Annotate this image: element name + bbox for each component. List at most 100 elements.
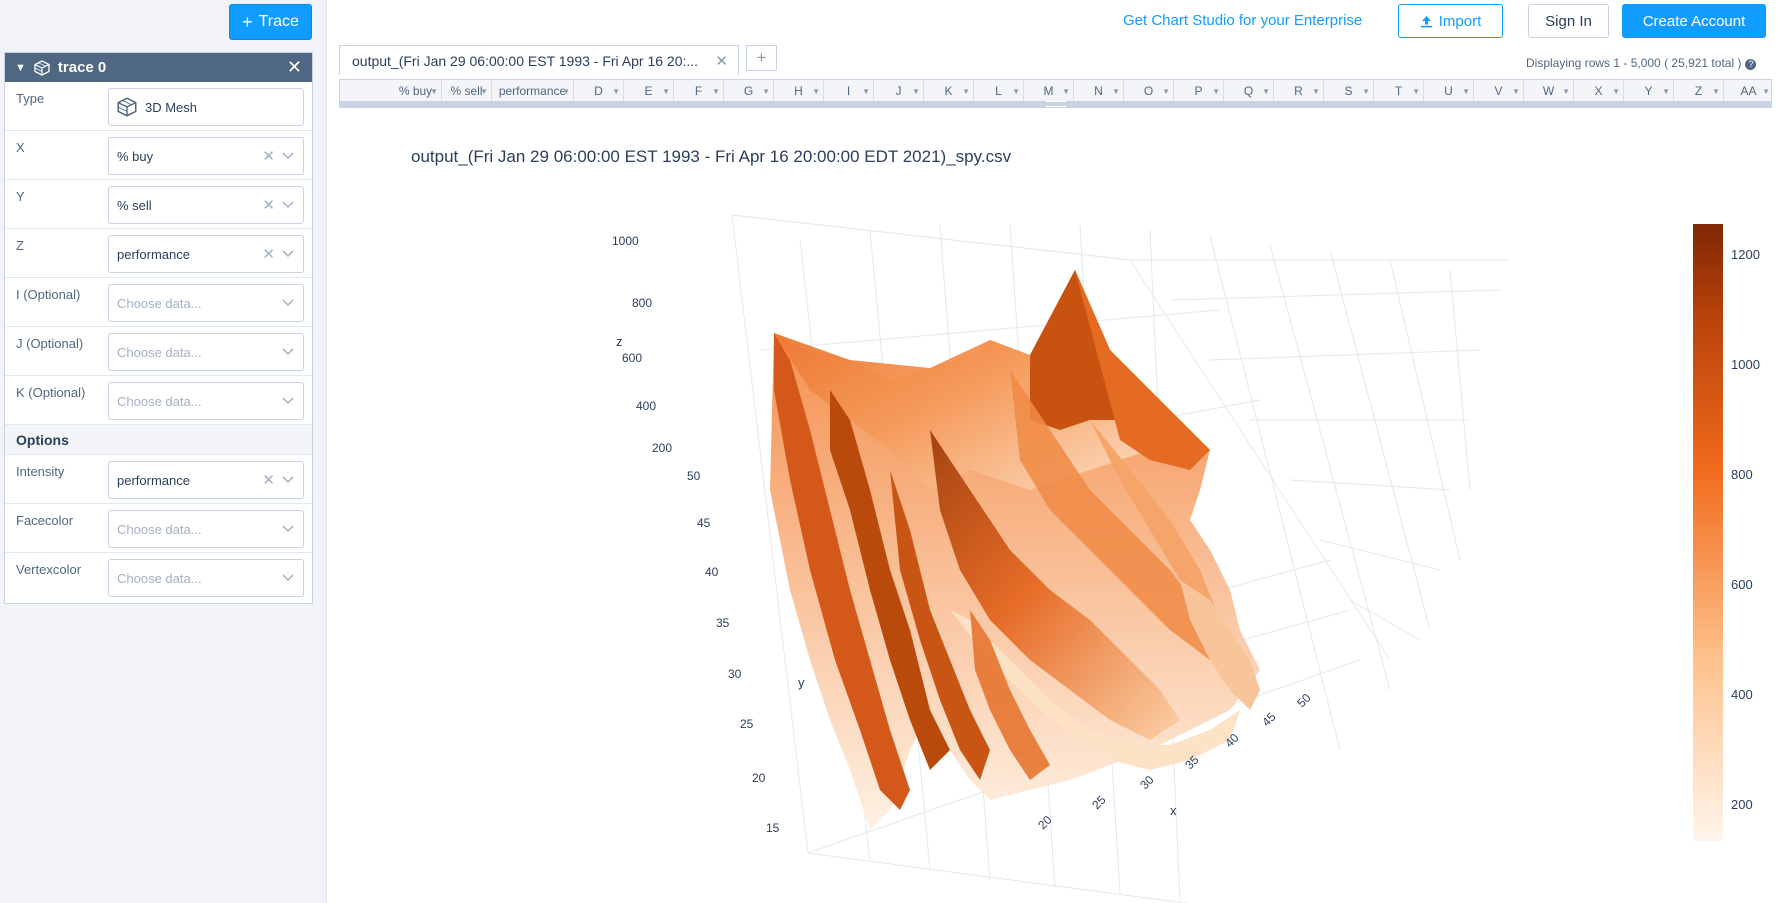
- intensity-data-dropdown[interactable]: performance ✕: [108, 461, 304, 499]
- column-header[interactable]: R ▼: [1274, 80, 1324, 101]
- clear-icon[interactable]: ✕: [262, 245, 275, 263]
- column-header[interactable]: U ▼: [1424, 80, 1474, 101]
- chevron-down-icon[interactable]: [282, 473, 294, 485]
- column-header[interactable]: performance ▼: [492, 80, 574, 101]
- drag-handle-icon[interactable]: [1046, 101, 1066, 107]
- column-header[interactable]: Y ▼: [1624, 80, 1674, 101]
- sign-in-button[interactable]: Sign In: [1528, 4, 1609, 38]
- upload-icon: [1420, 15, 1432, 27]
- column-header[interactable]: D ▼: [574, 80, 624, 101]
- caret-down-icon[interactable]: ▼: [1562, 87, 1570, 96]
- caret-down-icon[interactable]: ▼: [1512, 87, 1520, 96]
- i-data-dropdown[interactable]: Choose data...: [108, 284, 304, 322]
- chevron-down-icon[interactable]: [282, 394, 294, 406]
- column-header[interactable]: K ▼: [924, 80, 974, 101]
- caret-down-icon[interactable]: ▼: [812, 87, 820, 96]
- trace-header[interactable]: ▼ trace 0 ✕: [5, 53, 312, 82]
- caret-down-icon[interactable]: ▼: [1712, 87, 1720, 96]
- column-header-label: N: [1094, 83, 1103, 98]
- vertexcolor-data-dropdown[interactable]: Choose data...: [108, 559, 304, 597]
- chevron-down-icon[interactable]: [282, 296, 294, 308]
- column-header[interactable]: G ▼: [724, 80, 774, 101]
- z-data-dropdown[interactable]: performance ✕: [108, 235, 304, 273]
- caret-down-icon[interactable]: ▼: [1162, 87, 1170, 96]
- caret-down-icon[interactable]: ▼: [612, 87, 620, 96]
- clear-icon[interactable]: ✕: [262, 471, 275, 489]
- close-tab-icon[interactable]: ✕: [715, 52, 728, 70]
- caret-down-icon[interactable]: ▼: [1312, 87, 1320, 96]
- column-header[interactable]: % sell ▼: [442, 80, 492, 101]
- column-header[interactable]: % buy ▼: [390, 80, 442, 101]
- caret-down-icon[interactable]: ▼: [562, 87, 570, 96]
- column-header[interactable]: N ▼: [1074, 80, 1124, 101]
- facecolor-data-dropdown[interactable]: Choose data...: [108, 510, 304, 548]
- column-header[interactable]: E ▼: [624, 80, 674, 101]
- field-label: K (Optional): [16, 385, 86, 400]
- column-header[interactable]: W ▼: [1524, 80, 1574, 101]
- column-header[interactable]: F ▼: [674, 80, 724, 101]
- add-tab-button[interactable]: +: [746, 45, 777, 71]
- help-icon[interactable]: ?: [1745, 59, 1757, 70]
- j-data-dropdown[interactable]: Choose data...: [108, 333, 304, 371]
- caret-down-icon[interactable]: ▼: [1062, 87, 1070, 96]
- caret-down-icon[interactable]: ▼: [480, 87, 488, 96]
- caret-down-icon[interactable]: ▼: [962, 87, 970, 96]
- caret-down-icon[interactable]: ▼: [1762, 87, 1770, 96]
- caret-down-icon[interactable]: ▼: [1112, 87, 1120, 96]
- caret-down-icon[interactable]: ▼: [430, 87, 438, 96]
- column-header[interactable]: I ▼: [824, 80, 874, 101]
- x-data-dropdown[interactable]: % buy ✕: [108, 137, 304, 175]
- k-data-dropdown[interactable]: Choose data...: [108, 382, 304, 420]
- caret-down-icon[interactable]: ▼: [1662, 87, 1670, 96]
- column-header[interactable]: S ▼: [1324, 80, 1374, 101]
- chevron-down-icon[interactable]: [282, 149, 294, 161]
- add-trace-button[interactable]: + Trace: [229, 4, 312, 40]
- caret-down-icon[interactable]: ▼: [1362, 87, 1370, 96]
- column-header[interactable]: J ▼: [874, 80, 924, 101]
- file-tab[interactable]: output_(Fri Jan 29 06:00:00 EST 1993 - F…: [339, 45, 739, 75]
- chevron-down-icon[interactable]: ▼: [15, 62, 26, 74]
- chevron-down-icon[interactable]: [282, 522, 294, 534]
- y-tick: 20: [752, 771, 766, 785]
- caret-down-icon[interactable]: ▼: [912, 87, 920, 96]
- caret-down-icon[interactable]: ▼: [1462, 87, 1470, 96]
- y-tick: 35: [716, 616, 730, 630]
- y-data-dropdown[interactable]: % sell ✕: [108, 186, 304, 224]
- type-selector[interactable]: 3D Mesh: [108, 88, 304, 126]
- chevron-down-icon[interactable]: [282, 571, 294, 583]
- column-header[interactable]: O ▼: [1124, 80, 1174, 101]
- caret-down-icon[interactable]: ▼: [862, 87, 870, 96]
- column-header[interactable]: M ▼: [1024, 80, 1074, 101]
- create-account-button[interactable]: Create Account: [1622, 4, 1766, 38]
- chevron-down-icon[interactable]: [282, 198, 294, 210]
- caret-down-icon[interactable]: ▼: [762, 87, 770, 96]
- chevron-down-icon[interactable]: [282, 247, 294, 259]
- column-header[interactable]: P ▼: [1174, 80, 1224, 101]
- caret-down-icon[interactable]: ▼: [1262, 87, 1270, 96]
- caret-down-icon[interactable]: ▼: [1412, 87, 1420, 96]
- clear-icon[interactable]: ✕: [262, 147, 275, 165]
- column-header[interactable]: Z ▼: [1674, 80, 1724, 101]
- z-axis-label: z: [616, 334, 623, 349]
- y-tick: 25: [740, 717, 754, 731]
- column-header-label: I: [846, 83, 851, 98]
- y-tick: 50: [687, 469, 701, 483]
- column-header[interactable]: L ▼: [974, 80, 1024, 101]
- column-header[interactable]: T ▼: [1374, 80, 1424, 101]
- clear-icon[interactable]: ✕: [262, 196, 275, 214]
- mesh3d-plot[interactable]: 1000 800 600 400 200 z 50 45 40 35 30 25…: [330, 190, 1770, 903]
- caret-down-icon[interactable]: ▼: [1012, 87, 1020, 96]
- column-header[interactable]: AA ▼: [1724, 80, 1771, 101]
- close-icon[interactable]: ✕: [287, 57, 302, 78]
- import-button[interactable]: Import: [1398, 4, 1503, 38]
- column-header[interactable]: H ▼: [774, 80, 824, 101]
- enterprise-link[interactable]: Get Chart Studio for your Enterprise: [1123, 12, 1362, 29]
- chevron-down-icon[interactable]: [282, 345, 294, 357]
- caret-down-icon[interactable]: ▼: [712, 87, 720, 96]
- column-header[interactable]: Q ▼: [1224, 80, 1274, 101]
- column-header[interactable]: X ▼: [1574, 80, 1624, 101]
- caret-down-icon[interactable]: ▼: [1212, 87, 1220, 96]
- caret-down-icon[interactable]: ▼: [662, 87, 670, 96]
- column-header[interactable]: V ▼: [1474, 80, 1524, 101]
- caret-down-icon[interactable]: ▼: [1612, 87, 1620, 96]
